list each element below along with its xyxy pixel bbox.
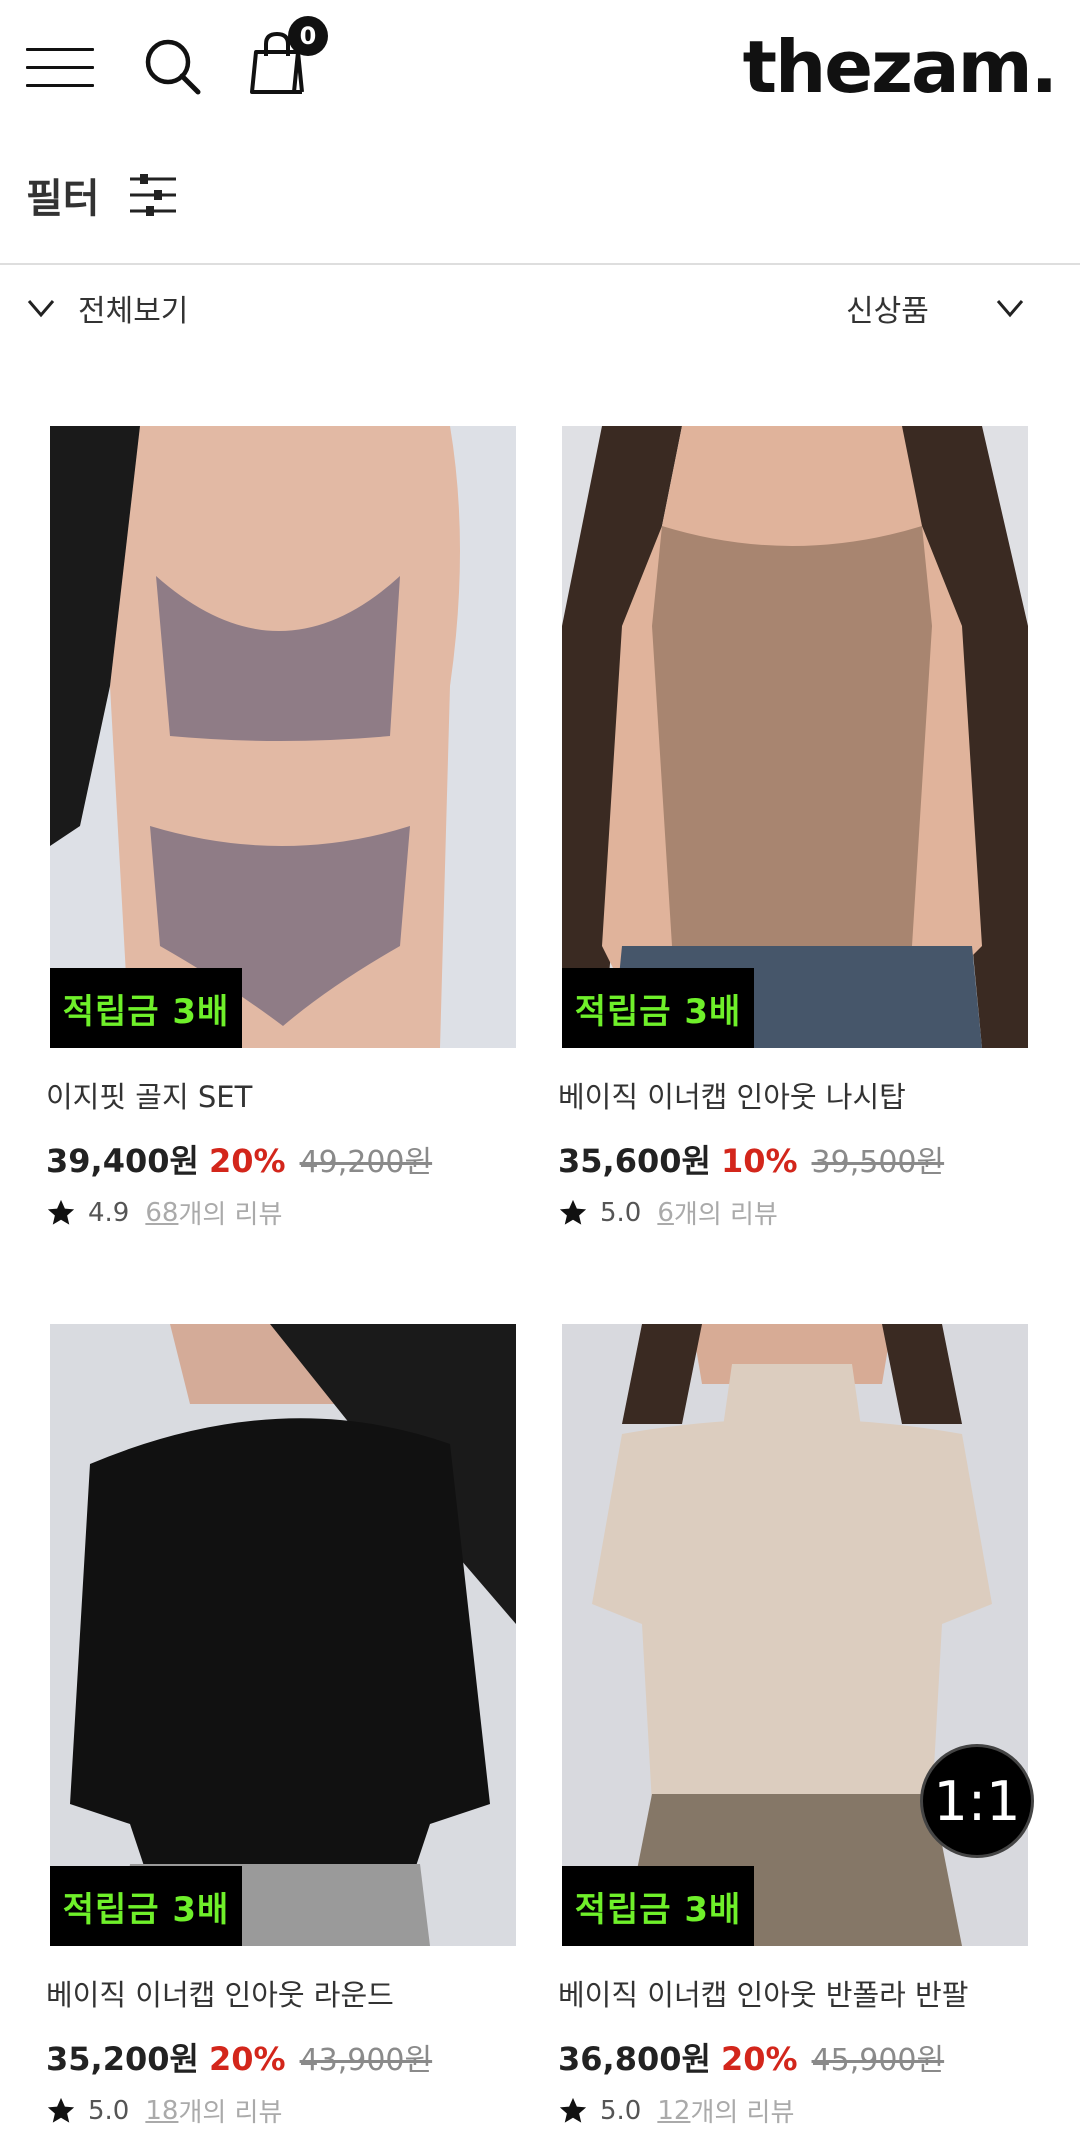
cart-count-badge: 0 [288,16,328,56]
reward-badge: 적립금 3배 [50,1866,242,1946]
sort-dropdown[interactable]: 신상품 [846,280,1025,336]
reward-badge: 적립금 3배 [562,968,754,1048]
product-card[interactable]: 적립금 3배 베이직 이너캡 인아웃 반폴라 반팔 36,800원 20% 45… [558,1324,1030,2129]
sort-label: 신상품 [846,294,929,329]
filter-label: 필터 [26,176,100,222]
chevron-down-icon [27,300,55,318]
product-image[interactable]: 적립금 3배 [562,426,1028,1048]
rating-value: 5.0 [600,1197,642,1228]
review-label: 개의 리뷰 [178,2098,283,2128]
price-line: 39,400원 20% 49,200원 [46,1136,518,1182]
product-photo-illustration [50,426,460,1048]
category-dropdown[interactable]: 전체보기 [26,280,188,336]
original-price: 43,900원 [299,2043,433,2078]
sale-price: 35,600원 [558,1142,711,1180]
original-price: 45,900원 [811,2043,945,2078]
search-icon[interactable] [142,36,204,98]
divider [0,263,1080,265]
chevron-down-icon [996,300,1023,318]
star-icon [559,2097,587,2123]
reward-badge: 적립금 3배 [562,1866,754,1946]
review-count-link[interactable]: 18 [145,2096,178,2126]
star-icon [47,2097,75,2123]
product-name[interactable]: 이지핏 골지 SET [46,1074,518,1116]
product-name[interactable]: 베이직 이너캡 인아웃 라운드 [46,1972,518,2014]
sale-price: 35,200원 [46,2040,199,2078]
category-label: 전체보기 [78,294,189,329]
review-line: 5.0 6 개의 리뷰 [558,1194,1030,1231]
discount-rate: 20% [720,2040,798,2078]
discount-rate: 10% [720,1142,798,1180]
product-name[interactable]: 베이직 이너캡 인아웃 나시탑 [558,1074,1030,1116]
reward-badge: 적립금 3배 [50,968,242,1048]
sale-price: 39,400원 [46,1142,199,1180]
discount-rate: 20% [208,1142,286,1180]
product-photo-illustration [70,1324,516,1946]
filter-bar[interactable]: 필터 [26,160,178,230]
review-line: 5.0 12 개의 리뷰 [558,2092,1030,2129]
review-line: 5.0 18 개의 리뷰 [46,2092,518,2129]
filter-sliders-icon[interactable] [128,173,178,217]
menu-icon[interactable] [26,48,94,88]
product-image[interactable]: 적립금 3배 [50,426,516,1048]
rating-value: 4.9 [88,1197,130,1228]
review-count-link[interactable]: 68 [145,1198,178,1228]
price-line: 36,800원 20% 45,900원 [558,2034,1030,2080]
product-name[interactable]: 베이직 이너캡 인아웃 반폴라 반팔 [558,1972,1030,2014]
price-line: 35,200원 20% 43,900원 [46,2034,518,2080]
original-price: 39,500원 [811,1145,945,1180]
product-photo-illustration [562,426,1028,1048]
chat-1on1-button[interactable]: 1:1 [920,1744,1034,1858]
sale-price: 36,800원 [558,2040,711,2078]
review-label: 개의 리뷰 [690,2098,795,2128]
star-icon [47,1199,75,1225]
brand-logo[interactable]: thezam. [743,22,1058,112]
review-count-link[interactable]: 6 [657,1198,674,1228]
star-icon [559,1199,587,1225]
original-price: 49,200원 [299,1145,433,1180]
rating-value: 5.0 [88,2095,130,2126]
price-line: 35,600원 10% 39,500원 [558,1136,1030,1182]
product-card[interactable]: 적립금 3배 베이직 이너캡 인아웃 라운드 35,200원 20% 43,90… [46,1324,518,2129]
product-card[interactable]: 적립금 3배 이지핏 골지 SET 39,400원 20% 49,200원 4.… [46,426,518,1231]
review-label: 개의 리뷰 [178,1200,283,1230]
review-count-link[interactable]: 12 [657,2096,690,2126]
review-line: 4.9 68 개의 리뷰 [46,1194,518,1231]
product-card[interactable]: 적립금 3배 베이직 이너캡 인아웃 나시탑 35,600원 10% 39,50… [558,426,1030,1231]
header: 0 thezam. [0,0,1080,130]
rating-value: 5.0 [600,2095,642,2126]
review-label: 개의 리뷰 [673,1200,778,1230]
discount-rate: 20% [208,2040,286,2078]
product-image[interactable]: 적립금 3배 [50,1324,516,1946]
